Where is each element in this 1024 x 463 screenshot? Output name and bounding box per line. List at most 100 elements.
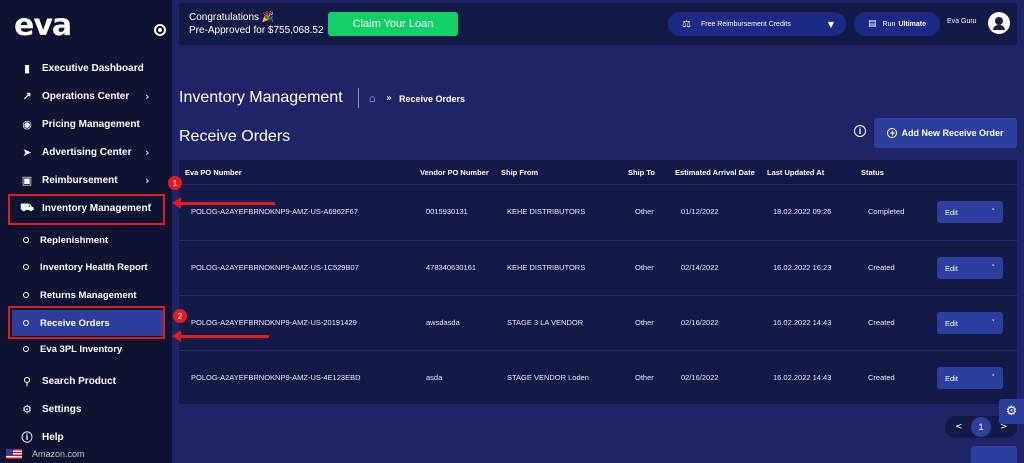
settings-gear-icon[interactable]: ⚙ bbox=[999, 399, 1024, 424]
us-flag-icon bbox=[6, 449, 22, 459]
award-icon: ◉ bbox=[22, 117, 32, 131]
sidebar-item-settings[interactable]: ⚙ Settings bbox=[0, 396, 172, 422]
edit-label: Edit bbox=[945, 373, 958, 383]
sidebar-subitem-label: Returns Management bbox=[40, 289, 137, 301]
caret-down-icon: ▼ bbox=[827, 19, 834, 29]
chevron-down-icon: ˅ bbox=[991, 374, 996, 382]
sidebar-subitem-replenishment[interactable]: Replenishment bbox=[0, 228, 172, 252]
edit-action-dropdown[interactable]: Edit ˅ bbox=[937, 201, 1003, 223]
table-row[interactable]: POLOG-A2AYEFBRNOKNP9-AMZ-US-20191429 aws… bbox=[179, 295, 1017, 351]
sidebar-item-label: Reimbursement bbox=[42, 174, 118, 186]
sidebar-item-executive-dashboard[interactable]: ▮ Executive Dashboard bbox=[0, 55, 172, 81]
highlight-box-inventory-management bbox=[8, 194, 165, 225]
sidebar-subitem-inventory-health-report[interactable]: Inventory Health Report bbox=[0, 255, 172, 279]
cell-status: Created bbox=[868, 263, 895, 272]
sidebar-item-pricing-management[interactable]: ◉ Pricing Management bbox=[0, 111, 172, 137]
sidebar-subitem-eva-3pl-inventory[interactable]: Eva 3PL Inventory bbox=[0, 337, 172, 361]
cell-status: Created bbox=[868, 318, 895, 327]
edit-action-dropdown[interactable]: Edit ˅ bbox=[937, 367, 1003, 389]
column-header[interactable]: Ship From bbox=[501, 168, 538, 177]
cell-arrival-date: 02/16/2022 bbox=[681, 318, 719, 327]
info-icon[interactable]: i bbox=[854, 125, 866, 137]
edit-action-dropdown[interactable]: Edit ˅ bbox=[937, 312, 1003, 334]
table-row[interactable]: POLOG-A2AYEFBRNOKNP9-AMZ-US-1C529B07 478… bbox=[179, 240, 1017, 296]
sidebar-item-help[interactable]: ⓘ Help bbox=[0, 424, 172, 450]
home-icon[interactable]: ⌂ bbox=[369, 92, 376, 105]
claim-loan-button[interactable]: Claim Your Loan bbox=[328, 12, 458, 36]
cell-ship-from: KEHE DISTRIBUTORS bbox=[507, 207, 586, 216]
cell-eva-po: POLOG-A2AYEFBRNOKNP9-AMZ-US-1C529B07 bbox=[191, 263, 359, 272]
sidebar-item-operations-center[interactable]: ↗ Operations Center › bbox=[0, 83, 172, 109]
cell-status: Created bbox=[868, 373, 895, 382]
sidebar-item-search-product[interactable]: ⚲ Search Product bbox=[0, 368, 172, 394]
edit-label: Edit bbox=[945, 263, 958, 273]
column-header[interactable]: Eva PO Number bbox=[185, 168, 242, 177]
sidebar-subitem-label: Eva 3PL Inventory bbox=[40, 343, 123, 355]
bullet-icon bbox=[23, 292, 29, 298]
sidebar-item-label: Help bbox=[42, 431, 64, 443]
edit-action-dropdown[interactable]: Edit ˅ bbox=[937, 257, 1003, 279]
chevron-right-icon: › bbox=[145, 145, 150, 159]
collapse-sidebar-icon[interactable] bbox=[154, 24, 166, 36]
sidebar-subitem-label: Replenishment bbox=[40, 234, 109, 246]
chevron-right-icon: › bbox=[145, 173, 150, 187]
plan-badge[interactable]: ▤ Run Ultimate bbox=[854, 12, 940, 36]
sidebar-item-label: Pricing Management bbox=[42, 118, 140, 130]
column-header[interactable]: Ship To bbox=[628, 168, 655, 177]
table-row[interactable]: POLOG-A2AYEFBRNOKNP9-AMZ-US-A6962F67 001… bbox=[179, 184, 1017, 240]
column-header[interactable]: Estimated Arrival Date bbox=[675, 168, 755, 177]
cell-ship-from: STAGE 3 LA VENDOR bbox=[507, 318, 584, 327]
scroll-to-top-button[interactable] bbox=[971, 446, 1017, 463]
page-number-button[interactable]: 1 bbox=[971, 417, 991, 437]
column-header[interactable]: Vendor PO Number bbox=[420, 168, 489, 177]
eva-logo[interactable]: eva bbox=[14, 8, 72, 43]
sidebar-subitem-label: Inventory Health Report bbox=[40, 261, 148, 273]
chevron-down-icon: ˅ bbox=[991, 319, 996, 327]
avatar[interactable] bbox=[988, 12, 1010, 34]
rocket-icon: ➤ bbox=[22, 145, 32, 159]
table-header: Eva PO Number Vendor PO Number Ship From… bbox=[179, 160, 1017, 184]
sidebar-item-advertising-center[interactable]: ➤ Advertising Center › bbox=[0, 139, 172, 165]
marketplace-label: Amazon.com bbox=[32, 449, 85, 459]
reimbursement-credits-dropdown[interactable]: ⚖ Free Reimbursement Credits ▼ bbox=[668, 12, 846, 36]
chevron-down-icon: ˅ bbox=[991, 264, 996, 272]
column-header[interactable]: Status bbox=[861, 168, 884, 177]
plan-name: Ultimate bbox=[898, 20, 926, 28]
bullet-icon bbox=[23, 264, 29, 270]
cell-last-updated: 16.02.2022 14:43 bbox=[773, 373, 832, 382]
edit-label: Edit bbox=[945, 318, 958, 328]
sidebar-item-reimbursement[interactable]: ▣ Reimbursement › bbox=[0, 167, 172, 193]
cell-eva-po: POLOG-A2AYEFBRNOKNP9-AMZ-US-4E123EBD bbox=[191, 373, 361, 382]
gear-icon: ⚙ bbox=[22, 402, 32, 416]
rocket-icon: 🎉 bbox=[261, 12, 275, 23]
plus-circle-icon: + bbox=[887, 128, 898, 138]
cell-last-updated: 18.02.2022 09:26 bbox=[773, 207, 832, 216]
sidebar-item-label: Search Product bbox=[42, 375, 116, 387]
sidebar-item-label: Executive Dashboard bbox=[42, 62, 144, 74]
highlight-box-receive-orders bbox=[8, 306, 165, 339]
sidebar-item-label: Advertising Center bbox=[42, 146, 132, 158]
reimbursement-icon: ⚖ bbox=[682, 18, 691, 30]
cell-vendor-po: 0015930131 bbox=[426, 207, 468, 216]
add-receive-order-button[interactable]: + Add New Receive Order bbox=[874, 118, 1017, 148]
marketplace-selector[interactable]: Amazon.com bbox=[6, 449, 85, 459]
step-badge-1: 1 bbox=[168, 176, 182, 190]
sidebar-item-label: Operations Center bbox=[42, 90, 130, 102]
add-receive-order-label: Add New Receive Order bbox=[901, 128, 1004, 138]
cell-status: Completed bbox=[868, 207, 905, 216]
prev-page-button[interactable]: < bbox=[955, 422, 963, 432]
cell-ship-to: Other bbox=[635, 373, 654, 382]
chevron-right-icon: › bbox=[145, 89, 150, 103]
step-badge-2: 2 bbox=[173, 309, 187, 323]
cell-ship-to: Other bbox=[635, 207, 654, 216]
cell-last-updated: 16.02.2022 14:43 bbox=[773, 318, 832, 327]
breadcrumb-separator-icon: » bbox=[386, 93, 393, 104]
cell-eva-po: POLOG-A2AYEFBRNOKNP9-AMZ-US-A6962F67 bbox=[191, 207, 358, 216]
breadcrumb-divider bbox=[358, 88, 359, 108]
column-header[interactable]: Last Updated At bbox=[767, 168, 824, 177]
trend-icon: ↗ bbox=[22, 89, 32, 103]
breadcrumb-current: Receive Orders bbox=[399, 94, 466, 104]
sidebar-subitem-returns-management[interactable]: Returns Management bbox=[0, 283, 172, 307]
edit-label: Edit bbox=[945, 207, 958, 217]
table-row[interactable]: POLOG-A2AYEFBRNOKNP9-AMZ-US-4E123EBD asd… bbox=[179, 350, 1017, 406]
